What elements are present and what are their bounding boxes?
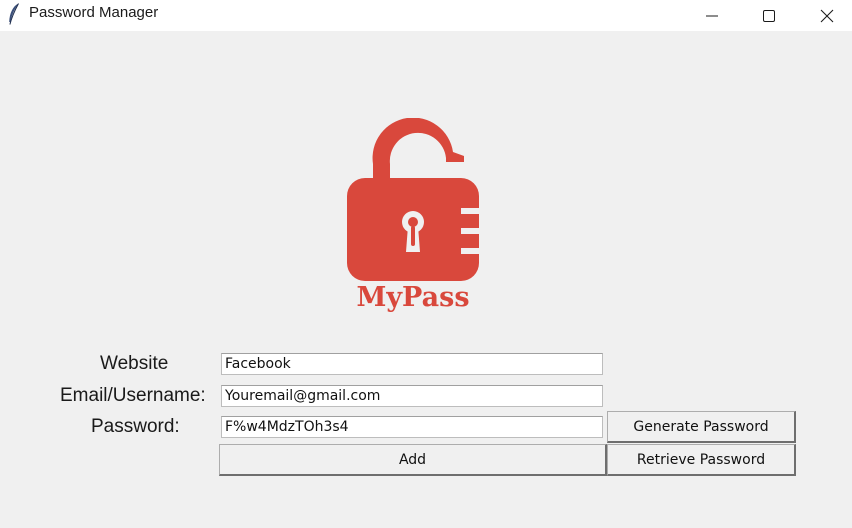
window-title: Password Manager (29, 4, 159, 21)
generate-password-button[interactable]: Generate Password (607, 411, 796, 443)
email-input[interactable] (221, 385, 603, 407)
logo-text: MyPass (356, 282, 470, 313)
minimize-icon (706, 15, 718, 16)
minimize-button[interactable] (683, 0, 741, 31)
website-label: Website (100, 353, 169, 374)
close-button[interactable] (798, 0, 852, 31)
feather-icon (9, 3, 19, 25)
password-label: Password: (91, 416, 180, 437)
password-input[interactable] (221, 416, 603, 438)
retrieve-password-button[interactable]: Retrieve Password (607, 444, 796, 476)
close-icon (820, 9, 834, 22)
add-button[interactable]: Add (219, 444, 607, 476)
maximize-icon (763, 9, 775, 22)
email-label: Email/Username: (60, 385, 206, 406)
maximize-button[interactable] (740, 0, 798, 31)
title-bar: Password Manager (0, 0, 852, 31)
website-input[interactable] (221, 353, 603, 375)
